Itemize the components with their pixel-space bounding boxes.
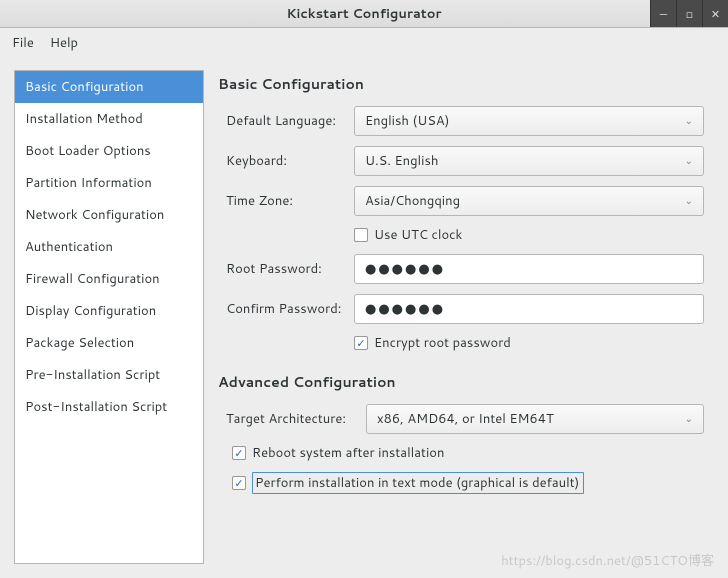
dropdown-timezone[interactable]: Asia/Chongqing ⌄ bbox=[354, 186, 704, 216]
label-confirm-password: Confirm Password: bbox=[226, 300, 354, 318]
sidebar-item-firewall-configuration[interactable]: Firewall Configuration bbox=[15, 263, 203, 295]
section-title-advanced: Advanced Configuration bbox=[218, 372, 704, 392]
content-panel: Basic Configuration Default Language: En… bbox=[218, 70, 714, 564]
dropdown-default-language[interactable]: English (USA) ⌄ bbox=[354, 106, 704, 136]
menu-help[interactable]: Help bbox=[50, 34, 78, 52]
chevron-down-icon: ⌄ bbox=[685, 194, 693, 208]
label-textmode: Perform installation in text mode (graph… bbox=[252, 472, 584, 494]
label-root-password: Root Password: bbox=[226, 260, 354, 278]
checkbox-utc[interactable] bbox=[354, 228, 368, 242]
dropdown-value: x86, AMD64, or Intel EM64T bbox=[377, 410, 554, 428]
sidebar-item-installation-method[interactable]: Installation Method bbox=[15, 103, 203, 135]
password-masked: ●●●●●● bbox=[365, 300, 445, 318]
chevron-down-icon: ⌄ bbox=[685, 412, 693, 426]
dropdown-value: U.S. English bbox=[365, 152, 438, 170]
close-button[interactable]: ✕ bbox=[702, 0, 728, 27]
dropdown-value: English (USA) bbox=[365, 112, 449, 130]
menu-file[interactable]: File bbox=[12, 34, 34, 52]
menubar: File Help bbox=[0, 28, 728, 58]
checkbox-textmode[interactable] bbox=[232, 476, 246, 490]
password-masked: ●●●●●● bbox=[365, 260, 445, 278]
label-target-architecture: Target Architecture: bbox=[226, 410, 366, 428]
sidebar-item-basic-configuration[interactable]: Basic Configuration bbox=[15, 71, 203, 103]
checkbox-reboot[interactable] bbox=[232, 446, 246, 460]
sidebar-item-pre-installation-script[interactable]: Pre-Installation Script bbox=[15, 359, 203, 391]
sidebar-item-post-installation-script[interactable]: Post-Installation Script bbox=[15, 391, 203, 423]
input-confirm-password[interactable]: ●●●●●● bbox=[354, 294, 704, 324]
sidebar-item-boot-loader-options[interactable]: Boot Loader Options bbox=[15, 135, 203, 167]
watermark: https://blog.csdn.net/@51CTO博客 bbox=[501, 550, 714, 570]
label-encrypt-root: Encrypt root password bbox=[374, 334, 511, 352]
dropdown-target-architecture[interactable]: x86, AMD64, or Intel EM64T ⌄ bbox=[366, 404, 704, 434]
chevron-down-icon: ⌄ bbox=[685, 154, 693, 168]
window-title: Kickstart Configurator bbox=[287, 5, 442, 23]
sidebar-item-authentication[interactable]: Authentication bbox=[15, 231, 203, 263]
window-controls: — ▫ ✕ bbox=[650, 0, 728, 27]
sidebar: Basic Configuration Installation Method … bbox=[14, 70, 204, 564]
titlebar: Kickstart Configurator — ▫ ✕ bbox=[0, 0, 728, 28]
dropdown-keyboard[interactable]: U.S. English ⌄ bbox=[354, 146, 704, 176]
sidebar-item-partition-information[interactable]: Partition Information bbox=[15, 167, 203, 199]
checkbox-encrypt-root[interactable] bbox=[354, 336, 368, 350]
label-utc: Use UTC clock bbox=[374, 226, 462, 244]
input-root-password[interactable]: ●●●●●● bbox=[354, 254, 704, 284]
label-time-zone: Time Zone: bbox=[226, 192, 354, 210]
sidebar-item-display-configuration[interactable]: Display Configuration bbox=[15, 295, 203, 327]
dropdown-value: Asia/Chongqing bbox=[365, 192, 460, 210]
label-reboot: Reboot system after installation bbox=[252, 444, 444, 462]
label-default-language: Default Language: bbox=[226, 112, 354, 130]
section-title-basic: Basic Configuration bbox=[218, 74, 704, 94]
sidebar-item-package-selection[interactable]: Package Selection bbox=[15, 327, 203, 359]
label-keyboard: Keyboard: bbox=[226, 152, 354, 170]
sidebar-item-network-configuration[interactable]: Network Configuration bbox=[15, 199, 203, 231]
chevron-down-icon: ⌄ bbox=[685, 114, 693, 128]
maximize-button[interactable]: ▫ bbox=[676, 0, 702, 27]
minimize-button[interactable]: — bbox=[650, 0, 676, 27]
